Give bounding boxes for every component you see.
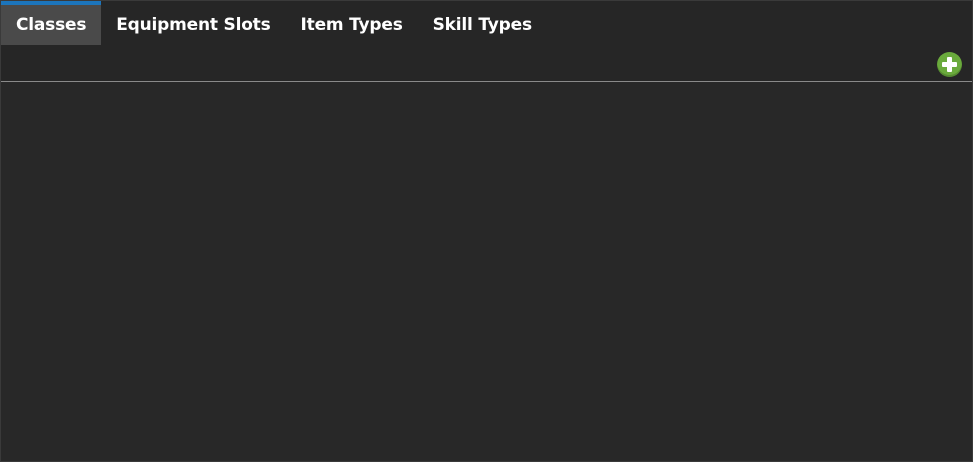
tab-label: Skill Types [432,15,532,35]
content-panel [1,81,972,461]
tab-bar: Classes Equipment Slots Item Types Skill… [1,1,972,45]
tab-classes[interactable]: Classes [1,1,102,45]
tab-label: Classes [16,15,87,35]
tab-item-types[interactable]: Item Types [286,1,418,45]
tab-skill-types[interactable]: Skill Types [418,1,547,45]
add-button[interactable] [937,52,962,77]
tab-label: Equipment Slots [116,15,271,35]
editor-window: Classes Equipment Slots Item Types Skill… [0,0,973,462]
tab-label: Item Types [300,15,403,35]
plus-circle-icon [942,57,957,72]
tab-equipment-slots[interactable]: Equipment Slots [101,1,285,45]
